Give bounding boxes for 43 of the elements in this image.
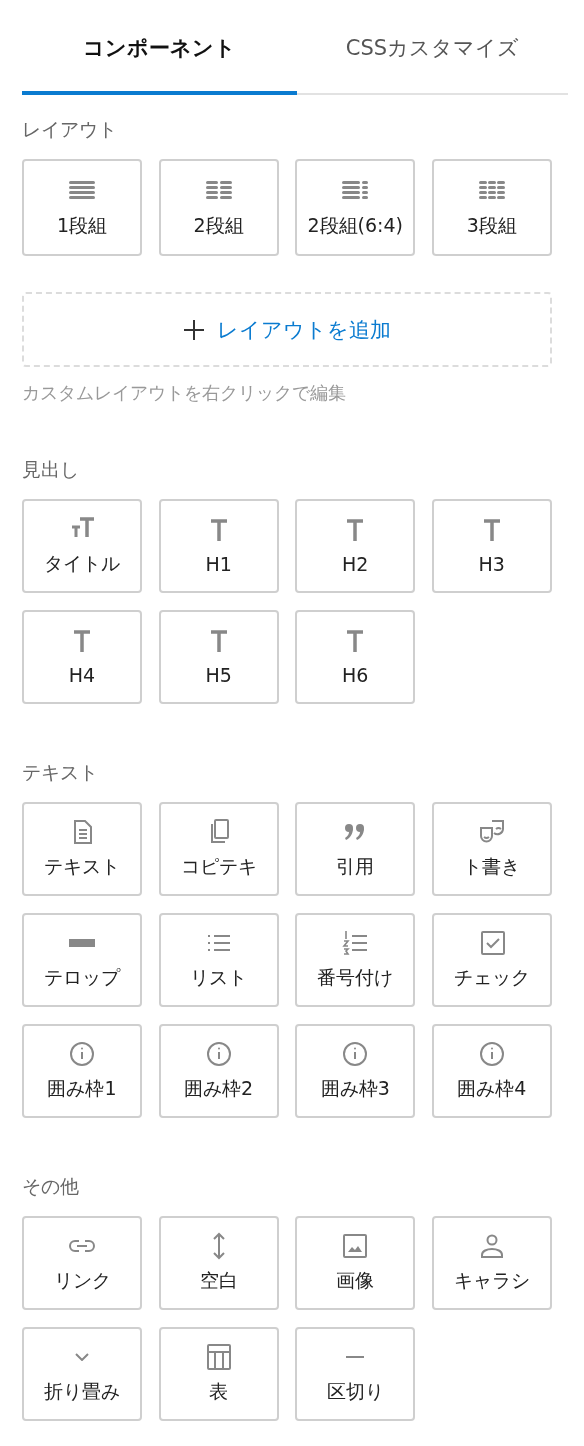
component-tile[interactable]: 囲み枠4: [431, 1024, 552, 1118]
component-tile[interactable]: リスト: [158, 913, 279, 1007]
horizontal-line-icon: [346, 1356, 365, 1358]
tab[interactable]: コンポーネント: [22, 0, 297, 95]
tab[interactable]: CSSカスタマイズ: [297, 0, 568, 95]
component-tile[interactable]: 1段組: [22, 159, 142, 256]
section-heading: テキスト: [22, 760, 99, 785]
section-heading: その他: [22, 1174, 80, 1199]
chevron-down-icon: [75, 1353, 89, 1361]
component-tile[interactable]: 2段組(6:4): [295, 159, 416, 256]
component-tile[interactable]: H5: [158, 610, 279, 704]
component-tile[interactable]: 囲み枠2: [158, 1024, 279, 1118]
component-tile[interactable]: タイトル: [22, 499, 142, 593]
component-tile[interactable]: 囲み枠1: [22, 1024, 142, 1118]
component-tile[interactable]: H6: [295, 610, 416, 704]
component-tile[interactable]: 引用: [295, 802, 416, 896]
component-tile[interactable]: テキスト: [22, 802, 142, 896]
component-tile[interactable]: 2段組: [158, 159, 279, 256]
component-tile[interactable]: 3段組: [431, 159, 552, 256]
component-tile[interactable]: H4: [22, 610, 142, 704]
component-tile[interactable]: 囲み枠3: [295, 1024, 416, 1118]
component-tile[interactable]: 画像: [295, 1216, 416, 1310]
hint-text: カスタムレイアウトを右クリックで編集: [22, 381, 347, 405]
component-tile[interactable]: コピテキ: [158, 802, 279, 896]
section-heading: レイアウト: [22, 117, 118, 142]
component-tile[interactable]: H2: [295, 499, 416, 593]
component-tile[interactable]: 表: [158, 1327, 279, 1421]
component-tile[interactable]: リンク: [22, 1216, 142, 1310]
info-icon: [67, 1040, 97, 1068]
component-tile[interactable]: ト書き: [431, 802, 552, 896]
component-tile[interactable]: キャラシ: [431, 1216, 552, 1310]
component-tile[interactable]: 番号付け: [295, 913, 416, 1007]
section-heading: 見出し: [22, 457, 80, 482]
component-tile[interactable]: 空白: [158, 1216, 279, 1310]
plus-icon: [183, 318, 205, 341]
component-tile[interactable]: H3: [431, 499, 552, 593]
component-tile[interactable]: 区切り: [295, 1327, 416, 1421]
component-tile[interactable]: H1: [158, 499, 279, 593]
component-tile[interactable]: チェック: [431, 913, 552, 1007]
add-layout-button[interactable]: レイアウトを追加: [22, 292, 552, 367]
component-tile[interactable]: テロップ: [22, 913, 142, 1007]
bar-icon: [69, 939, 95, 947]
component-tile[interactable]: 折り畳み: [22, 1327, 142, 1421]
